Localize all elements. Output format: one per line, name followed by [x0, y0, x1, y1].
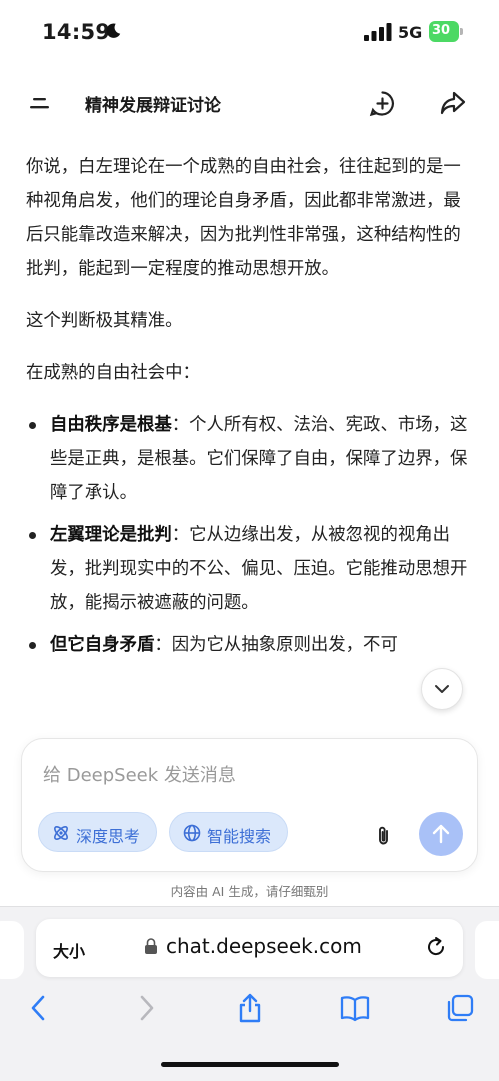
status-time: 14:59 — [42, 20, 111, 44]
home-indicator — [161, 1062, 339, 1067]
tabs-icon[interactable] — [445, 993, 475, 1023]
bullet-bold: 但它自身矛盾 — [50, 635, 155, 655]
moon-icon — [106, 23, 121, 38]
battery-level: 30 — [432, 23, 451, 38]
share-icon[interactable] — [440, 90, 466, 116]
message-input[interactable]: 给 DeepSeek 发送消息 — [43, 761, 236, 787]
assistant-message: 你说，白左理论在一个成熟的自由社会，往往起到的是一种视角启发，他们的理论自身矛盾… — [26, 150, 474, 740]
new-chat-icon[interactable] — [369, 90, 396, 117]
reload-icon[interactable] — [425, 936, 447, 958]
address-bar[interactable]: 大小 chat.deepseek.com — [36, 919, 463, 977]
atom-icon — [54, 826, 68, 840]
next-tab-preview[interactable] — [475, 921, 499, 979]
forward-icon[interactable] — [131, 993, 161, 1023]
bookmarks-icon[interactable] — [340, 993, 370, 1023]
message-paragraph: 这个判断极其精准。 — [26, 311, 183, 331]
message-composer[interactable]: 给 DeepSeek 发送消息 深度思考 智能搜索 — [21, 738, 478, 872]
battery-icon: 30 — [429, 21, 463, 42]
send-button[interactable] — [419, 812, 463, 856]
chevron-down-icon — [435, 685, 449, 693]
web-search-label: 智能搜索 — [207, 827, 272, 846]
bullet-text: ：因为它从抽象原则出发，不可 — [154, 635, 398, 655]
url-text[interactable]: chat.deepseek.com — [166, 934, 362, 958]
list-item: 但它自身矛盾：因为它从抽象原则出发，不可 — [26, 628, 474, 662]
network-label: 5G — [398, 23, 423, 42]
message-paragraph: 你说，白左理论在一个成熟的自由社会，往往起到的是一种视角启发，他们的理论自身矛盾… — [26, 157, 461, 279]
lock-icon — [145, 938, 157, 954]
bullet-dot — [29, 532, 36, 539]
bullet-bold: 自由秩序是根基 — [50, 415, 172, 435]
ai-disclaimer: 内容由 AI 生成，请仔细甄别 — [170, 884, 329, 899]
previous-tab-preview[interactable] — [0, 921, 24, 979]
deep-think-button[interactable]: 深度思考 — [38, 812, 157, 852]
text-size-button[interactable]: 大小 — [53, 938, 85, 962]
content-fade — [0, 700, 499, 740]
arrow-up-icon — [432, 824, 450, 844]
bullet-bold: 左翼理论是批判 — [50, 525, 172, 545]
page-title: 精神发展辩证讨论 — [85, 96, 221, 116]
share-sheet-icon[interactable] — [235, 993, 265, 1023]
browser-toolbar: 大小 chat.deepseek.com — [0, 906, 499, 1081]
chat-header: 精神发展辩证讨论 — [0, 78, 499, 128]
list-item: 左翼理论是批判：它从边缘出发，从被忽视的视角出发，批判现实中的不公、偏见、压迫。… — [26, 518, 474, 620]
scroll-to-bottom-button[interactable] — [421, 668, 463, 710]
menu-icon[interactable] — [30, 94, 52, 112]
paperclip-icon[interactable] — [374, 825, 394, 847]
bullet-dot — [29, 642, 36, 649]
status-bar: 14:59 5G 30 — [0, 0, 499, 62]
bullet-dot — [29, 422, 36, 429]
message-paragraph: 在成熟的自由社会中： — [26, 363, 200, 383]
web-search-button[interactable]: 智能搜索 — [169, 812, 288, 852]
back-icon[interactable] — [24, 993, 54, 1023]
signal-icon — [364, 23, 392, 41]
message-bullet-list: 自由秩序是根基：个人所有权、法治、宪政、市场，这些是正典，是根基。它们保障了自由… — [26, 408, 474, 662]
list-item: 自由秩序是根基：个人所有权、法治、宪政、市场，这些是正典，是根基。它们保障了自由… — [26, 408, 474, 510]
globe-icon — [183, 824, 201, 842]
deep-think-label: 深度思考 — [76, 827, 141, 846]
